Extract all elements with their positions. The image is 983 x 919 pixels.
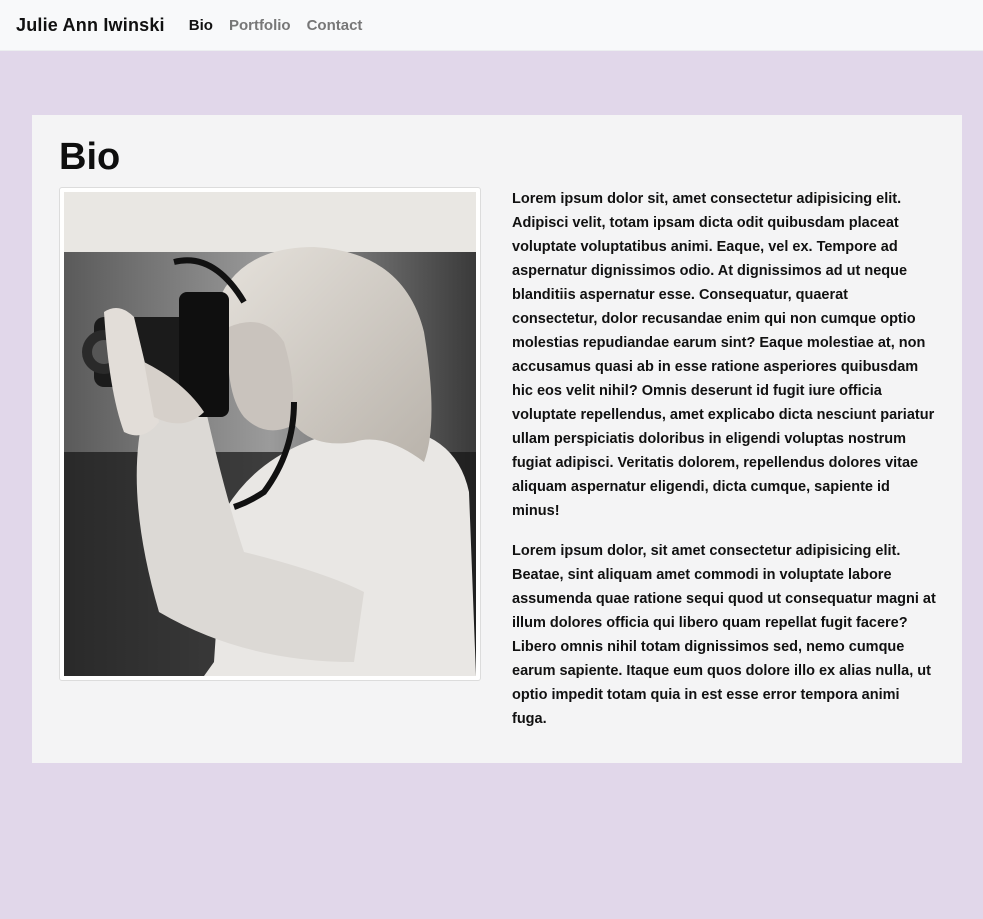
bio-text: Lorem ipsum dolor sit, amet consectetur … <box>512 187 937 747</box>
nav-link-bio[interactable]: Bio <box>189 17 213 34</box>
bio-card: Bio Lorem ipsum dolor sit, amet consecte… <box>32 115 962 763</box>
nav-link-portfolio[interactable]: Portfolio <box>229 17 291 34</box>
nav-link-contact[interactable]: Contact <box>307 17 363 34</box>
navbar: Julie Ann Iwinski Bio Portfolio Contact <box>0 0 983 51</box>
bio-paragraph-2: Lorem ipsum dolor, sit amet consectetur … <box>512 543 936 727</box>
bio-paragraph-1: Lorem ipsum dolor sit, amet consectetur … <box>512 191 935 519</box>
bio-photo <box>59 187 481 681</box>
photographer-image <box>64 192 476 676</box>
page-title: Bio <box>59 136 121 178</box>
brand-link[interactable]: Julie Ann Iwinski <box>16 15 165 36</box>
